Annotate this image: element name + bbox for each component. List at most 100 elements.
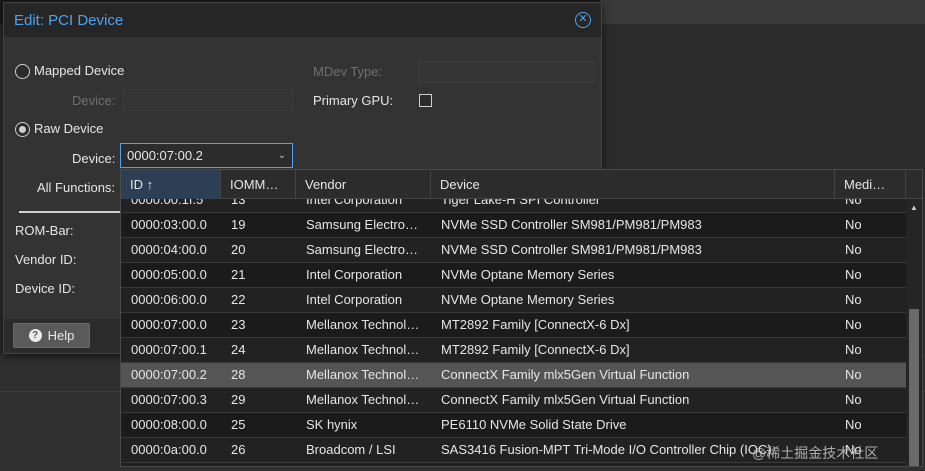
- row-vendor: Mellanox Technol…: [306, 367, 420, 382]
- table-row[interactable]: 0000:07:00.3 29 Mellanox Technol… ConnectX …: [121, 388, 906, 413]
- row-iommu: 13: [231, 199, 246, 207]
- table-row[interactable]: 0000:07:00.1 24 Mellanox Technol… MT2892 Fa…: [121, 338, 906, 363]
- mapped-device-select[interactable]: [123, 89, 293, 111]
- grid-body: 0000:00:1f.5 13 Intel Corporation Tiger Lak…: [121, 199, 906, 466]
- row-id: 0000:07:00.0: [131, 317, 207, 332]
- row-mdev: No: [845, 199, 862, 207]
- device-id-label: Device ID:: [15, 281, 75, 296]
- row-id: 0000:0a:00.0: [131, 442, 207, 457]
- row-vendor: Mellanox Technol…: [306, 317, 420, 332]
- row-iommu: 22: [231, 292, 246, 307]
- row-id: 0000:07:00.1: [131, 342, 207, 357]
- row-device: NVMe Optane Memory Series: [441, 292, 615, 307]
- table-row[interactable]: 0000:00:1f.5 13 Intel Corporation Tiger Lak…: [121, 199, 906, 213]
- chevron-down-icon[interactable]: ⌄: [272, 150, 292, 161]
- row-vendor: Broadcom / LSI: [306, 442, 396, 457]
- watermark-text: @稀土掘金技术社区: [752, 445, 879, 461]
- row-vendor: Mellanox Technol…: [306, 392, 420, 407]
- dialog-header: Edit: PCI Device ✕: [4, 3, 601, 37]
- row-device: ConnectX Family mlx5Gen Virtual Function: [441, 367, 690, 382]
- row-device: NVMe SSD Controller SM981/PM981/PM983: [441, 242, 702, 257]
- row-id: 0000:08:00.0: [131, 417, 207, 432]
- table-row[interactable]: 0000:08:00.0 25 SK hynix PE6110 NVMe Solid …: [121, 413, 906, 438]
- row-mdev: No: [845, 342, 862, 357]
- question-circle-icon: ?: [28, 329, 42, 342]
- row-vendor: Mellanox Technol…: [306, 342, 420, 357]
- row-id: 0000:04:00.0: [131, 242, 207, 257]
- row-id: 0000:06:00.0: [131, 292, 207, 307]
- row-iommu: 26: [231, 442, 246, 457]
- table-row[interactable]: 0000:05:00.0 21 Intel Corporation NVMe Opta…: [121, 263, 906, 288]
- help-button[interactable]: ? Help: [13, 323, 90, 348]
- pci-device-picker-grid: ID ↑ IOMM… Vendor Device Medi… 0000:00:1…: [120, 169, 923, 467]
- column-header-device[interactable]: Device: [431, 170, 835, 199]
- scroll-up-icon[interactable]: ▲: [910, 203, 918, 212]
- help-button-label: Help: [47, 328, 75, 343]
- grid-rows: 0000:00:1f.5 13 Intel Corporation Tiger Lak…: [121, 199, 906, 463]
- raw-device-combobox[interactable]: 0000:07:00.2 ⌄: [120, 143, 293, 168]
- row-vendor: Intel Corporation: [306, 292, 403, 307]
- row-device: MT2892 Family [ConnectX-6 Dx]: [441, 342, 630, 357]
- row-device: MT2892 Family [ConnectX-6 Dx]: [441, 317, 630, 332]
- row-device: NVMe Optane Memory Series: [441, 267, 615, 282]
- dialog-title: Edit: PCI Device: [14, 11, 124, 29]
- row-mdev: No: [845, 242, 862, 257]
- app-header-band: [600, 0, 925, 24]
- mapped-device-radio[interactable]: [15, 64, 30, 79]
- mapped-device-label: Mapped Device: [34, 63, 125, 78]
- row-device: Tiger Lake-H SPI Controller: [441, 199, 601, 207]
- row-iommu: 21: [231, 267, 246, 282]
- row-mdev: No: [845, 292, 862, 307]
- row-iommu: 24: [231, 342, 246, 357]
- mdev-type-select[interactable]: [418, 61, 594, 83]
- raw-device-label: Raw Device: [34, 121, 104, 136]
- row-mdev: No: [845, 267, 862, 282]
- row-device: ConnectX Family mlx5Gen Virtual Function: [441, 392, 690, 407]
- row-iommu: 20: [231, 242, 246, 257]
- scroll-thumb[interactable]: [909, 309, 919, 466]
- row-iommu: 28: [231, 367, 246, 382]
- row-iommu: 23: [231, 317, 246, 332]
- grid-header: ID ↑ IOMM… Vendor Device Medi…: [121, 170, 922, 199]
- table-row[interactable]: 0000:07:00.2 28 Mellanox Technol… ConnectX …: [121, 363, 906, 388]
- vendor-id-label: Vendor ID:: [15, 252, 77, 267]
- row-id: 0000:07:00.2: [131, 367, 207, 382]
- row-id: 0000:00:1f.5: [131, 199, 204, 207]
- mdev-type-label: MDev Type:: [313, 64, 383, 79]
- grid-scrollbar[interactable]: ▲: [906, 199, 922, 466]
- mapped-device-device-label: Device:: [72, 93, 116, 108]
- row-id: 0000:07:00.3: [131, 392, 207, 407]
- row-mdev: No: [845, 392, 862, 407]
- row-vendor: Samsung Electro…: [306, 217, 418, 232]
- row-iommu: 29: [231, 392, 246, 407]
- section-divider: [19, 211, 122, 213]
- row-vendor: Samsung Electro…: [306, 242, 418, 257]
- row-vendor: Intel Corporation: [306, 199, 403, 207]
- row-iommu: 25: [231, 417, 246, 432]
- column-header-mdev[interactable]: Medi…: [835, 170, 906, 199]
- row-device: NVMe SSD Controller SM981/PM981/PM983: [441, 217, 702, 232]
- row-mdev: No: [845, 367, 862, 382]
- row-id: 0000:05:00.0: [131, 267, 207, 282]
- row-mdev: No: [845, 217, 862, 232]
- primary-gpu-checkbox[interactable]: [419, 94, 432, 107]
- row-mdev: No: [845, 417, 862, 432]
- column-header-vendor[interactable]: Vendor: [296, 170, 431, 199]
- table-row[interactable]: 0000:03:00.0 19 Samsung Electro… NVMe SSD C…: [121, 213, 906, 238]
- table-row[interactable]: 0000:06:00.0 22 Intel Corporation NVMe Opta…: [121, 288, 906, 313]
- column-header-id[interactable]: ID ↑: [121, 170, 221, 199]
- raw-device-value: 0000:07:00.2: [127, 148, 203, 163]
- row-vendor: SK hynix: [306, 417, 358, 432]
- row-iommu: 19: [231, 217, 246, 232]
- raw-device-radio[interactable]: [15, 122, 30, 137]
- row-id: 0000:03:00.0: [131, 217, 207, 232]
- row-mdev: No: [845, 317, 862, 332]
- table-row[interactable]: 0000:07:00.0 23 Mellanox Technol… MT2892 Fa…: [121, 313, 906, 338]
- all-functions-label: All Functions:: [37, 180, 116, 195]
- column-header-iommu[interactable]: IOMM…: [221, 170, 296, 199]
- raw-device-device-label: Device:: [72, 151, 116, 166]
- primary-gpu-label: Primary GPU:: [313, 93, 394, 108]
- row-vendor: Intel Corporation: [306, 267, 403, 282]
- close-icon[interactable]: ✕: [575, 12, 591, 28]
- table-row[interactable]: 0000:04:00.0 20 Samsung Electro… NVMe SSD C…: [121, 238, 906, 263]
